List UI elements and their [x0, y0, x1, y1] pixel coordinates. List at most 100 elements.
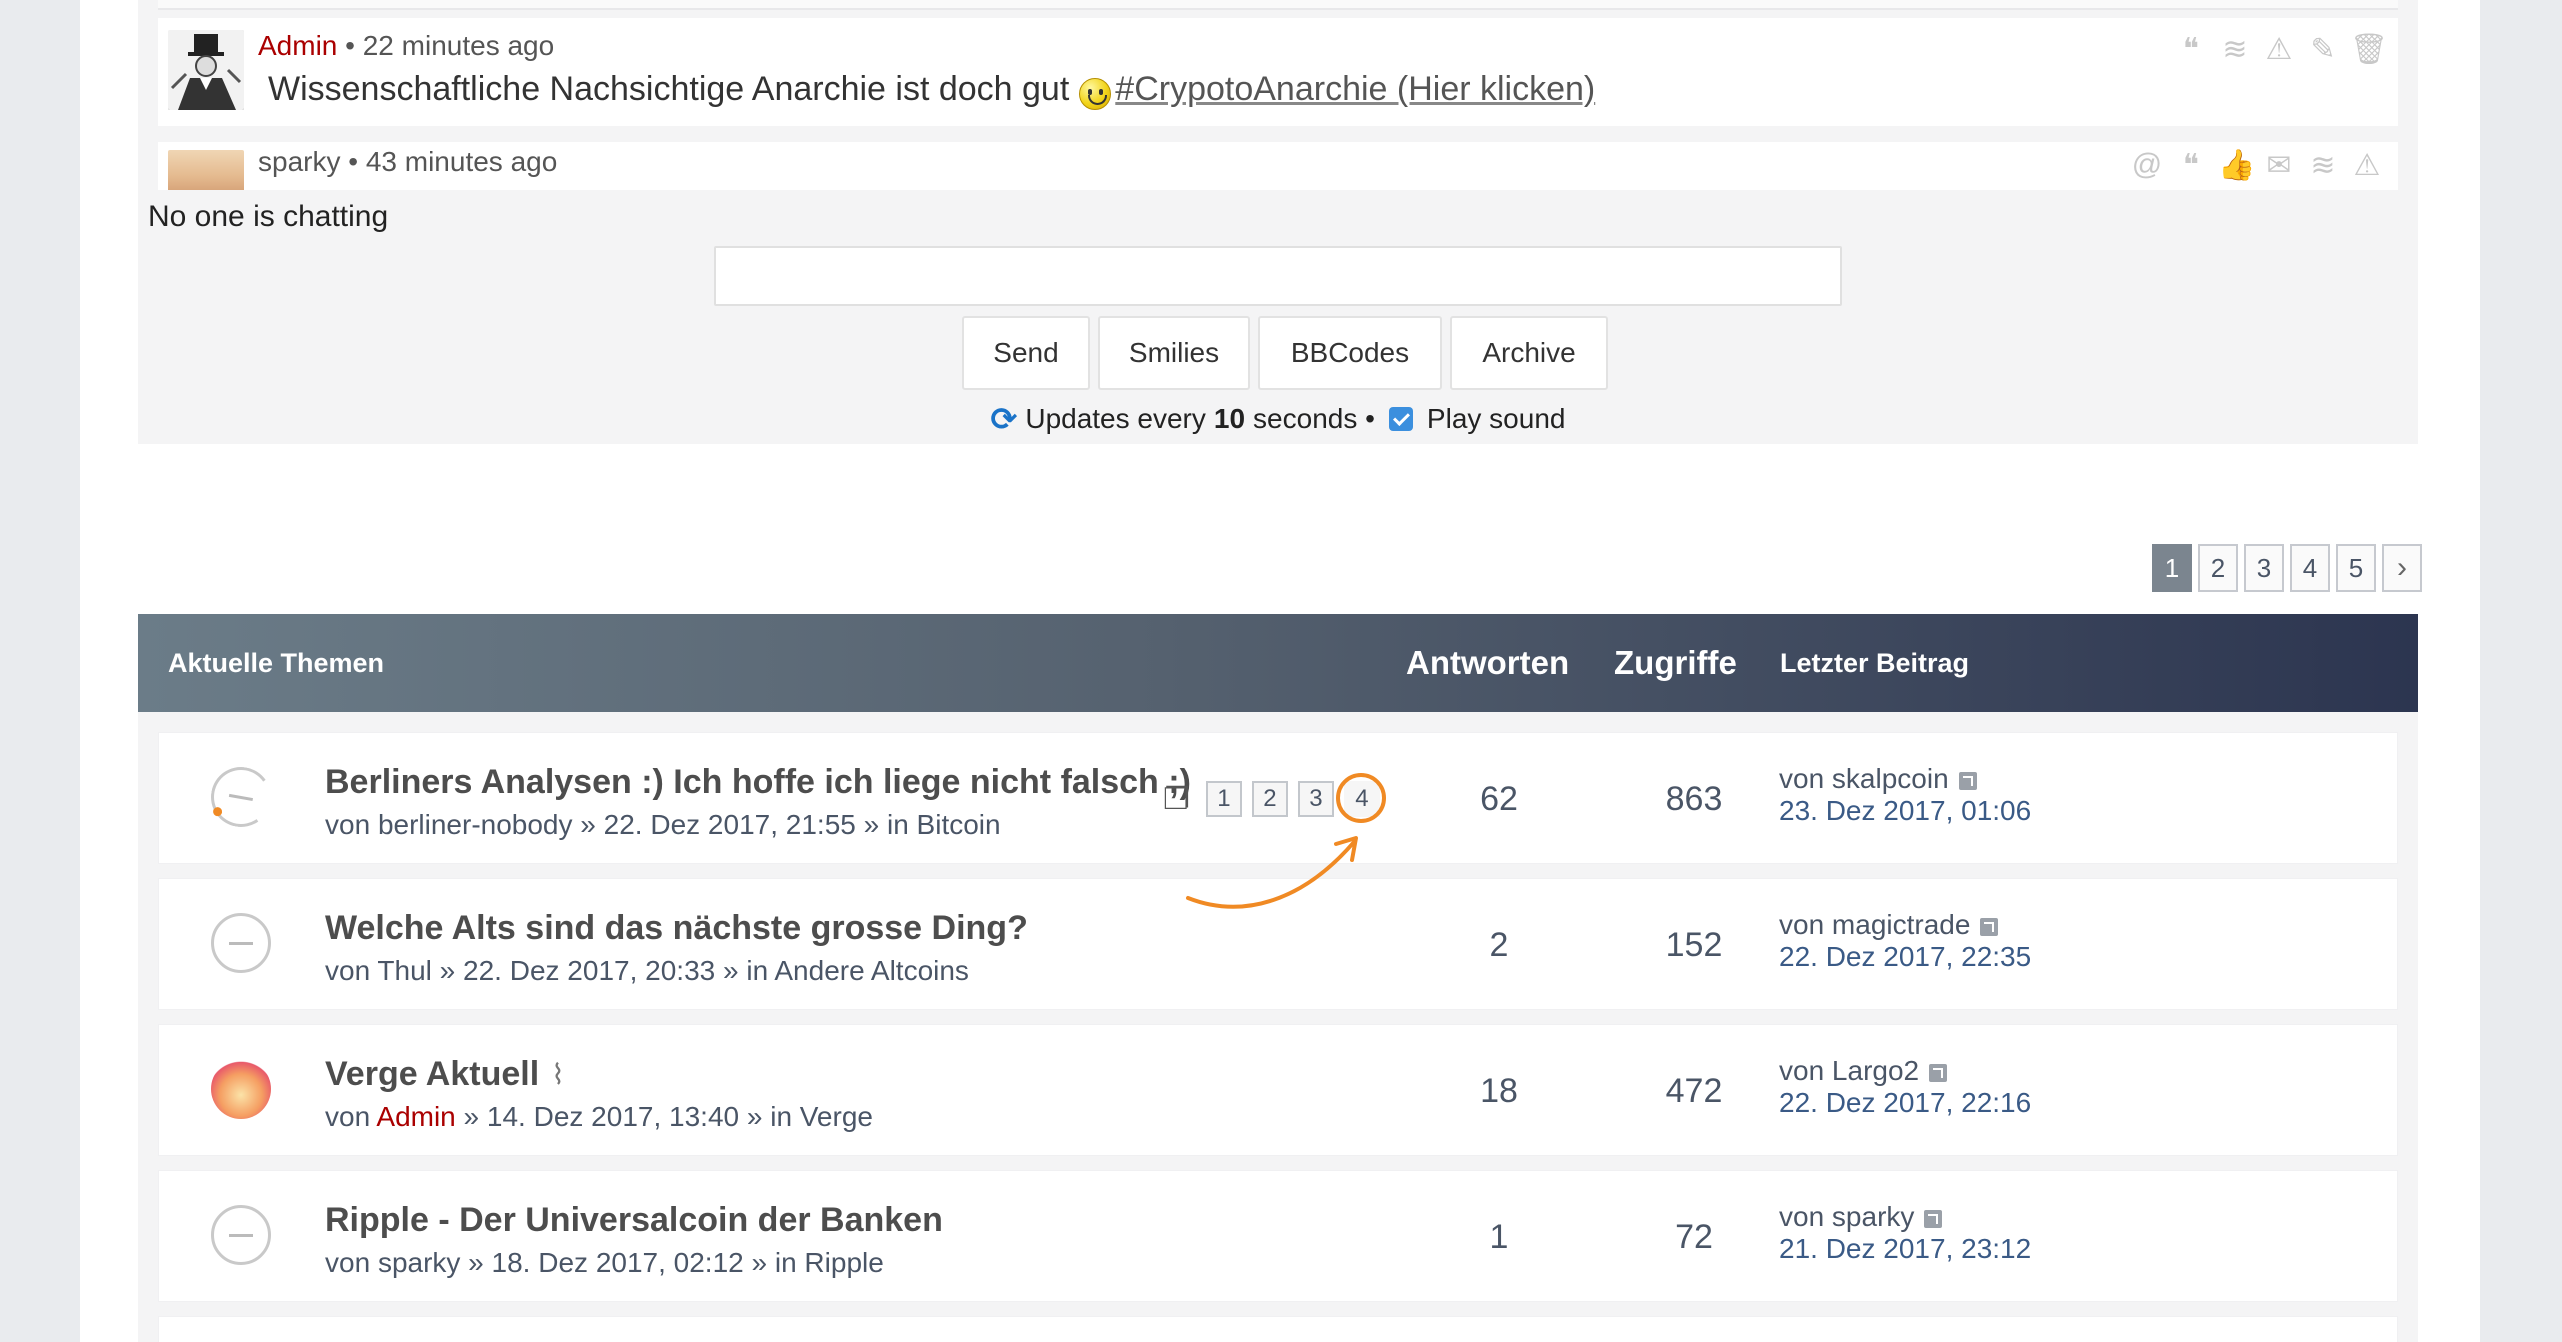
last-post-date[interactable]: 21. Dez 2017, 23:12 — [1779, 1233, 2031, 1265]
topic-unread-icon — [206, 762, 276, 832]
page-3-button[interactable]: 3 — [2244, 544, 2284, 592]
report-icon[interactable]: ⚠ — [2350, 148, 2384, 183]
chat-message-text: Wissenschaftliche Nachsichtige Anarchie … — [268, 70, 1595, 110]
chat-message-actions: @ ❝ 👍 ✉ ≋ ⚠ — [2130, 148, 2384, 183]
next-page-button[interactable]: › — [2382, 544, 2422, 592]
topics-header-last-post: Letzter Beitrag — [1780, 647, 1970, 678]
topic-last-post: von Largo2 22. Dez 2017, 22:16 — [1779, 1055, 2031, 1119]
avatar[interactable] — [168, 150, 244, 190]
last-post-date[interactable]: 22. Dez 2017, 22:35 — [1779, 941, 2031, 973]
topic-page-1[interactable]: 1 — [1205, 781, 1242, 817]
pages-icon: ❐ — [1163, 782, 1190, 816]
chat-timestamp: • 22 minutes ago — [337, 30, 555, 61]
topic-views: 72 — [1675, 1217, 1713, 1256]
last-post-author[interactable]: von magictrade — [1779, 909, 1970, 940]
edit-icon[interactable]: ✎ — [2306, 32, 2340, 67]
table-row — [158, 1316, 2398, 1342]
chat-previous-message-edge — [158, 0, 2398, 10]
topic-title[interactable]: Berliners Analysen :) Ich hoffe ich lieg… — [325, 763, 1191, 802]
last-post-author[interactable]: von Largo2 — [1779, 1055, 1919, 1086]
topic-author[interactable]: berliner-nobody — [378, 809, 573, 840]
table-row: Welche Alts sind das nächste grosse Ding… — [158, 878, 2398, 1010]
topics-header-views: Zugriffe — [1614, 644, 1737, 681]
chat-message-header: Admin • 22 minutes ago — [258, 30, 554, 62]
goto-post-icon[interactable] — [1929, 1064, 1948, 1082]
topic-read-icon — [211, 913, 271, 973]
topic-replies: 62 — [1480, 779, 1518, 818]
pagination: 1 2 3 4 5 › — [2152, 544, 2422, 592]
chat-panel: Admin • 22 minutes ago Wissenschaftliche… — [138, 0, 2418, 444]
chat-timestamp: • 43 minutes ago — [340, 146, 558, 177]
chat-author[interactable]: sparky — [258, 146, 340, 177]
topic-title-text[interactable]: Verge Aktuell — [325, 1055, 539, 1094]
refresh-icon[interactable]: ⟳ — [991, 400, 1018, 438]
topic-meta-info: » 14. Dez 2017, 13:40 » in Verge — [455, 1101, 873, 1132]
topic-page-2[interactable]: 2 — [1251, 781, 1288, 817]
page-5-button[interactable]: 5 — [2336, 544, 2376, 592]
wifi-icon[interactable]: ≋ — [2218, 32, 2252, 67]
last-post-author[interactable]: von sparky — [1779, 1201, 1914, 1232]
topic-last-post: von skalpcoin 23. Dez 2017, 01:06 — [1779, 763, 2031, 827]
report-icon[interactable]: ⚠ — [2262, 32, 2296, 67]
delete-icon[interactable]: 🗑 — [2350, 32, 2388, 67]
topic-last-post: von sparky 21. Dez 2017, 23:12 — [1779, 1201, 2031, 1265]
topic-meta-prefix: von — [325, 955, 378, 986]
topic-read-icon — [211, 1205, 271, 1265]
topic-meta-info: » 22. Dez 2017, 20:33 » in Andere Altcoi… — [431, 955, 969, 986]
mail-icon[interactable]: ✉ — [2262, 148, 2296, 183]
topic-meta: von berliner-nobody » 22. Dez 2017, 21:5… — [325, 809, 1001, 841]
goto-post-icon[interactable] — [1958, 772, 1977, 790]
wifi-icon[interactable]: ≋ — [2306, 148, 2340, 183]
chat-message: sparky • 43 minutes ago @ ❝ 👍 ✉ ≋ ⚠ — [158, 142, 2398, 190]
chat-message-body: Wissenschaftliche Nachsichtige Anarchie … — [268, 70, 1070, 108]
last-post-date[interactable]: 23. Dez 2017, 01:06 — [1779, 795, 2031, 827]
topic-views: 472 — [1665, 1071, 1723, 1110]
archive-button[interactable]: Archive — [1450, 316, 1608, 390]
chat-buttons: Send Smilies BBCodes Archive — [962, 316, 1608, 390]
topic-author[interactable]: Thul — [377, 955, 431, 986]
chat-input[interactable] — [714, 246, 1842, 306]
quote-icon[interactable]: ❝ — [2174, 32, 2208, 67]
topic-meta: von Admin » 14. Dez 2017, 13:40 » in Ver… — [325, 1101, 873, 1133]
goto-post-icon[interactable] — [1980, 918, 1999, 936]
topic-meta-prefix: von — [325, 1101, 377, 1132]
topic-meta-prefix: von — [325, 809, 378, 840]
topic-views: 152 — [1665, 925, 1723, 964]
topic-title[interactable]: Ripple - Der Universalcoin der Banken — [325, 1201, 943, 1240]
table-row: Ripple - Der Universalcoin der Banken vo… — [158, 1170, 2398, 1302]
topic-replies: 18 — [1480, 1071, 1518, 1110]
topic-title[interactable]: Verge Aktuell ⌇ — [325, 1055, 565, 1094]
like-icon[interactable]: 👍 — [2218, 148, 2255, 183]
play-sound-checkbox[interactable] — [1388, 407, 1413, 431]
topic-author[interactable]: sparky — [378, 1247, 460, 1278]
topic-page-4[interactable]: 4 — [1335, 773, 1386, 823]
send-button[interactable]: Send — [962, 316, 1090, 390]
page-1-button[interactable]: 1 — [2152, 544, 2192, 592]
mention-icon[interactable]: @ — [2130, 148, 2164, 183]
last-post-date[interactable]: 22. Dez 2017, 22:16 — [1779, 1087, 2031, 1119]
chat-update-status: ⟳ Updates every 10 seconds • Play sound — [138, 400, 2418, 438]
topic-meta-info: » 18. Dez 2017, 02:12 » in Ripple — [460, 1247, 884, 1278]
quote-icon[interactable]: ❝ — [2174, 148, 2208, 183]
topic-title[interactable]: Welche Alts sind das nächste grosse Ding… — [325, 909, 1028, 948]
topic-author[interactable]: Admin — [376, 1101, 455, 1132]
chat-author[interactable]: Admin — [258, 30, 337, 61]
chat-message-actions: ❝ ≋ ⚠ ✎ 🗑 — [2174, 32, 2388, 67]
topics-header-title: Aktuelle Themen — [168, 647, 385, 678]
avatar[interactable] — [168, 30, 244, 110]
last-post-author[interactable]: von skalpcoin — [1779, 763, 1949, 794]
play-sound-label: Play sound — [1426, 403, 1566, 434]
topics-header-replies: Antworten — [1406, 644, 1570, 681]
topic-pagination: ❐ 1 2 3 4 — [1163, 773, 1386, 823]
topic-meta-info: » 22. Dez 2017, 21:55 » in Bitcoin — [572, 809, 1001, 840]
chat-message-header: sparky • 43 minutes ago — [258, 146, 557, 178]
page-4-button[interactable]: 4 — [2290, 544, 2330, 592]
chat-message-link[interactable]: #CrypotoAnarchie (Hier klicken) — [1115, 70, 1595, 109]
topic-meta: von Thul » 22. Dez 2017, 20:33 » in Ande… — [325, 955, 969, 987]
smilies-button[interactable]: Smilies — [1098, 316, 1250, 390]
chat-status-text: No one is chatting — [148, 200, 389, 233]
topic-page-3[interactable]: 3 — [1297, 781, 1334, 817]
goto-post-icon[interactable] — [1924, 1210, 1943, 1228]
bbcodes-button[interactable]: BBCodes — [1258, 316, 1442, 390]
page-2-button[interactable]: 2 — [2198, 544, 2238, 592]
